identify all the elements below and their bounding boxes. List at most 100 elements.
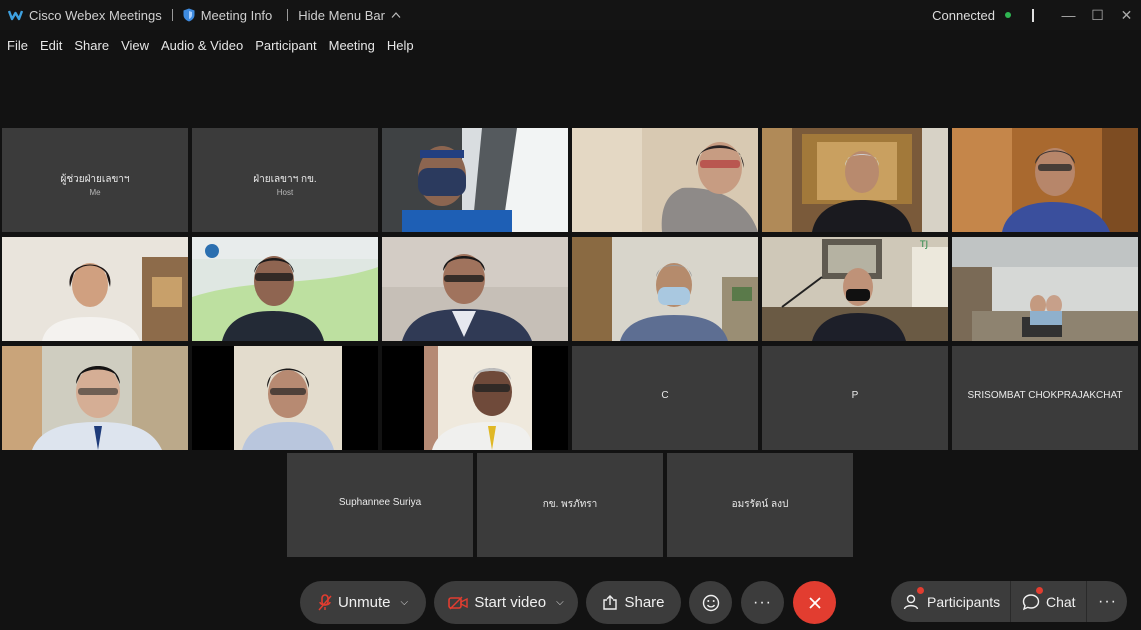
- share-icon: [603, 594, 618, 610]
- participants-button[interactable]: Participants: [903, 581, 1000, 622]
- share-button[interactable]: Share: [586, 581, 681, 624]
- participant-video-tile[interactable]: [952, 128, 1138, 232]
- menu-view[interactable]: View: [121, 38, 149, 53]
- participant-video-tile[interactable]: [192, 237, 378, 341]
- connection-status: Connected: [932, 7, 995, 23]
- participant-name: ฝ่ายเลขาฯ กข.: [253, 174, 317, 185]
- more-options-icon: ···: [753, 593, 772, 611]
- more-options-button[interactable]: ···: [741, 581, 784, 624]
- participant-tile[interactable]: Suphannee Suriya: [287, 453, 473, 557]
- participant-video: [952, 237, 1138, 341]
- participants-label: Participants: [927, 593, 1001, 610]
- menu-audio-video[interactable]: Audio & Video: [161, 38, 243, 53]
- app-title: Cisco Webex Meetings: [29, 7, 162, 23]
- hide-menu-bar-button[interactable]: Hide Menu Bar: [298, 8, 401, 23]
- chevron-down-icon[interactable]: ⌵: [400, 597, 408, 608]
- participant-tile[interactable]: P: [762, 346, 948, 450]
- participant-video-tile[interactable]: [192, 346, 378, 450]
- participant-video: [192, 346, 378, 450]
- hide-menu-bar-label: Hide Menu Bar: [298, 7, 385, 23]
- chat-button[interactable]: Chat: [1022, 581, 1076, 622]
- participant-video-tile[interactable]: [762, 128, 948, 232]
- participant-name: C: [661, 390, 669, 401]
- menu-share[interactable]: Share: [74, 38, 109, 53]
- participant-video: [382, 346, 568, 450]
- participant-video-tile[interactable]: TJ: [762, 237, 948, 341]
- participant-video-tile[interactable]: [382, 346, 568, 450]
- participant-video-tile[interactable]: [572, 128, 758, 232]
- mic-muted-icon: [318, 593, 332, 610]
- meeting-info-label: Meeting Info: [200, 7, 273, 23]
- more-options-icon: ···: [1098, 592, 1117, 610]
- divider: [1086, 581, 1087, 622]
- panel-more-button[interactable]: ···: [1098, 581, 1117, 622]
- participants-notification-dot: [917, 587, 924, 594]
- participant-video-tile[interactable]: [2, 346, 188, 450]
- share-label: Share: [624, 594, 665, 611]
- start-video-label: Start video: [474, 594, 547, 611]
- participant-video: [192, 237, 378, 341]
- reactions-button[interactable]: [689, 581, 732, 624]
- chat-icon: [1022, 593, 1040, 610]
- participant-name: กข. พรภัทรา: [542, 499, 598, 510]
- participant-video: [952, 128, 1138, 232]
- participant-name: P: [851, 390, 859, 401]
- emoji-icon: [702, 594, 719, 611]
- participant-tile[interactable]: กข. พรภัทรา: [477, 453, 663, 557]
- participant-video: [572, 237, 758, 341]
- participant-video: TJ: [762, 237, 948, 341]
- panel-controls: Participants Chat ···: [891, 581, 1127, 622]
- chat-label: Chat: [1046, 593, 1076, 610]
- participant-video: [382, 237, 568, 341]
- status-bar-marker: [1032, 8, 1034, 22]
- participant-video-tile[interactable]: [382, 237, 568, 341]
- participant-name: Suphannee Suriya: [338, 497, 422, 508]
- close-window-button[interactable]: ✕: [1112, 0, 1141, 30]
- shield-icon: [183, 8, 195, 22]
- divider: [1010, 581, 1011, 622]
- participant-video: [2, 237, 188, 341]
- participant-tile[interactable]: C: [572, 346, 758, 450]
- participant-video: [762, 128, 948, 232]
- participant-video: [382, 128, 568, 232]
- menu-meeting[interactable]: Meeting: [329, 38, 375, 53]
- start-video-button[interactable]: Start video ⌵: [434, 581, 578, 624]
- minimize-button[interactable]: —: [1054, 0, 1083, 30]
- participant-video-tile[interactable]: [572, 237, 758, 341]
- menu-file[interactable]: File: [7, 38, 28, 53]
- chevron-down-icon[interactable]: ⌵: [556, 597, 564, 608]
- chevron-up-icon: [391, 12, 401, 18]
- chat-notification-dot: [1036, 587, 1043, 594]
- svg-text:TJ: TJ: [919, 240, 928, 250]
- menu-edit[interactable]: Edit: [40, 38, 62, 53]
- participant-video: [2, 346, 188, 450]
- participant-name: อมรรัตน์ ลงป: [731, 499, 789, 510]
- title-bar: Cisco Webex Meetings Meeting Info Hide M…: [0, 0, 1141, 30]
- participant-role: Host: [276, 188, 294, 197]
- participants-icon: [903, 594, 919, 609]
- title-separator: [287, 9, 289, 21]
- menu-participant[interactable]: Participant: [255, 38, 316, 53]
- participant-video-tile[interactable]: [952, 237, 1138, 341]
- title-separator: [171, 9, 173, 21]
- participant-video-tile[interactable]: [2, 237, 188, 341]
- webex-logo-icon: [8, 10, 23, 21]
- video-off-icon: [448, 596, 469, 609]
- participant-tile[interactable]: SRISOMBAT CHOKPRAJAKCHAT: [952, 346, 1138, 450]
- participant-video: [572, 128, 758, 232]
- end-meeting-button[interactable]: [793, 581, 836, 624]
- participant-tile[interactable]: ฝ่ายเลขาฯ กข. Host: [192, 128, 378, 232]
- connected-dot-icon: [1005, 12, 1011, 18]
- meeting-info-button[interactable]: Meeting Info: [183, 7, 273, 23]
- maximize-button[interactable]: ☐: [1083, 0, 1112, 30]
- participant-name: ผู้ช่วยฝ่ายเลขาฯ: [60, 174, 130, 185]
- menu-help[interactable]: Help: [387, 38, 414, 53]
- unmute-label: Unmute: [337, 594, 391, 611]
- menu-bar: File Edit Share View Audio & Video Parti…: [0, 32, 426, 58]
- unmute-button[interactable]: Unmute ⌵: [300, 581, 426, 624]
- participant-tile[interactable]: ผู้ช่วยฝ่ายเลขาฯ Me: [2, 128, 188, 232]
- participant-role: Me: [89, 188, 101, 197]
- participant-tile[interactable]: อมรรัตน์ ลงป: [667, 453, 853, 557]
- participant-name: SRISOMBAT CHOKPRAJAKCHAT: [967, 390, 1123, 401]
- participant-video-tile[interactable]: [382, 128, 568, 232]
